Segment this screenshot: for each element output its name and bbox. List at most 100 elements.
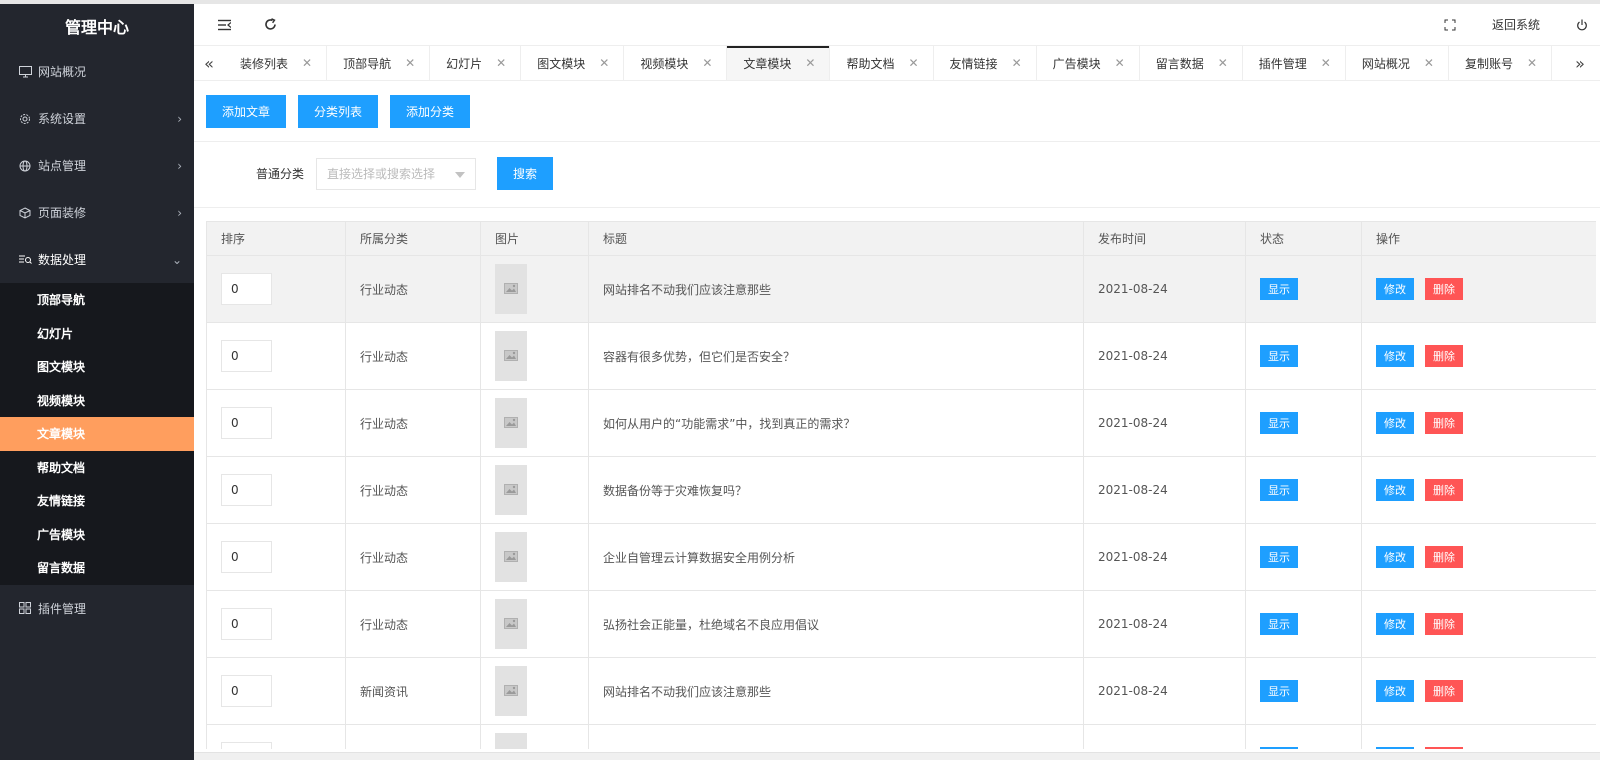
tab-article[interactable]: 文章模块 ✕ bbox=[727, 46, 831, 80]
submenu-item-article[interactable]: 文章模块 bbox=[0, 417, 194, 451]
tab-label: 复制账号 bbox=[1464, 56, 1513, 71]
add-category-button[interactable]: 添加分类 bbox=[390, 95, 471, 128]
sort-input[interactable]: 0 bbox=[221, 474, 272, 506]
submenu-item-messages[interactable]: 留言数据 bbox=[0, 551, 194, 585]
close-icon[interactable]: ✕ bbox=[1115, 56, 1125, 70]
status-cell: 显示 bbox=[1245, 590, 1362, 658]
power-icon[interactable] bbox=[1574, 17, 1590, 33]
edit-button[interactable]: 修改 bbox=[1376, 412, 1414, 434]
horizontal-scrollbar[interactable] bbox=[194, 752, 1600, 760]
delete-button[interactable]: 删除 bbox=[1425, 680, 1463, 702]
tab-slides[interactable]: 幻灯片 ✕ bbox=[430, 46, 522, 80]
delete-button[interactable]: 删除 bbox=[1425, 412, 1463, 434]
column-header: 所属分类 bbox=[345, 221, 481, 256]
sort-input[interactable]: 0 bbox=[221, 340, 272, 372]
search-button[interactable]: 搜索 bbox=[497, 157, 554, 190]
category-list-button[interactable]: 分类列表 bbox=[298, 95, 379, 128]
close-icon[interactable]: ✕ bbox=[599, 56, 609, 70]
edit-button[interactable]: 修改 bbox=[1376, 278, 1414, 300]
add-article-button[interactable]: 添加文章 bbox=[206, 95, 287, 128]
close-icon[interactable]: ✕ bbox=[1424, 56, 1434, 70]
edit-button[interactable]: 修改 bbox=[1376, 680, 1414, 702]
sort-input[interactable]: 0 bbox=[221, 541, 272, 573]
edit-button[interactable]: 修改 bbox=[1376, 479, 1414, 501]
sort-input[interactable]: 0 bbox=[221, 608, 272, 640]
tab-video[interactable]: 视频模块 ✕ bbox=[624, 46, 728, 80]
tab-decoration-list[interactable]: 装修列表 ✕ bbox=[224, 46, 328, 80]
tab-overview[interactable]: 网站概况 ✕ bbox=[1346, 46, 1449, 80]
submenu-item-help[interactable]: 帮助文档 bbox=[0, 451, 194, 485]
title-cell: 数据备份等于灾难恢复吗？ bbox=[588, 456, 1084, 524]
sidebar-item-sites[interactable]: 站点管理 › bbox=[0, 142, 194, 189]
table-row: 0 行业动态 网站排名不动我们应该注意那些 2021-08-24 显示 修改 删除 bbox=[206, 255, 1596, 323]
sidebar-item-plugins[interactable]: 插件管理 bbox=[0, 585, 194, 632]
submenu-item-slides[interactable]: 幻灯片 bbox=[0, 317, 194, 351]
delete-button[interactable]: 删除 bbox=[1425, 479, 1463, 501]
fullscreen-icon[interactable] bbox=[1442, 17, 1458, 33]
tab-top-nav[interactable]: 顶部导航 ✕ bbox=[327, 46, 431, 80]
category-select[interactable]: 直接选择或搜索选择 bbox=[316, 157, 477, 190]
close-icon[interactable]: ✕ bbox=[405, 56, 415, 70]
sidebar-item-label: 页面装修 bbox=[38, 206, 87, 220]
close-icon[interactable]: ✕ bbox=[1527, 56, 1537, 70]
tab-plugins[interactable]: 插件管理 ✕ bbox=[1243, 46, 1346, 80]
close-icon[interactable]: ✕ bbox=[908, 56, 918, 70]
close-icon[interactable]: ✕ bbox=[805, 56, 815, 70]
column-header: 操作 bbox=[1361, 221, 1596, 256]
tab-label: 图文模块 bbox=[537, 56, 586, 71]
return-system-link[interactable]: 返回系统 bbox=[1492, 16, 1540, 33]
edit-button[interactable]: 修改 bbox=[1376, 613, 1414, 635]
tab-scroll-left-icon[interactable]: « bbox=[194, 46, 224, 80]
close-icon[interactable]: ✕ bbox=[1012, 56, 1022, 70]
delete-button[interactable]: 删除 bbox=[1425, 747, 1463, 749]
delete-button[interactable]: 删除 bbox=[1425, 345, 1463, 367]
sort-input[interactable]: 0 bbox=[221, 742, 272, 749]
status-show-button[interactable]: 显示 bbox=[1260, 613, 1298, 635]
sort-input[interactable]: 0 bbox=[221, 407, 272, 439]
category-cell: 行业动态 bbox=[345, 255, 481, 323]
sidebar-item-decoration[interactable]: 页面装修 › bbox=[0, 189, 194, 236]
tab-messages[interactable]: 留言数据 ✕ bbox=[1140, 46, 1243, 80]
tab-help[interactable]: 帮助文档 ✕ bbox=[830, 46, 934, 80]
sidebar-item-data[interactable]: 数据处理 ⌄ bbox=[0, 236, 194, 283]
menu-collapse-icon[interactable] bbox=[216, 17, 232, 33]
edit-button[interactable]: 修改 bbox=[1376, 546, 1414, 568]
close-icon[interactable]: ✕ bbox=[1321, 56, 1331, 70]
tab-ads[interactable]: 广告模块 ✕ bbox=[1037, 46, 1140, 80]
image-placeholder-icon bbox=[495, 465, 527, 515]
status-show-button[interactable]: 显示 bbox=[1260, 546, 1298, 568]
submenu-item-ads[interactable]: 广告模块 bbox=[0, 518, 194, 552]
status-show-button[interactable]: 显示 bbox=[1260, 479, 1298, 501]
submenu-item-links[interactable]: 友情链接 bbox=[0, 484, 194, 518]
sidebar-item-overview[interactable]: 网站概况 bbox=[0, 48, 194, 95]
actions-cell: 修改删除 bbox=[1361, 523, 1596, 591]
refresh-icon[interactable] bbox=[262, 17, 278, 33]
sort-input[interactable]: 0 bbox=[221, 675, 272, 707]
delete-button[interactable]: 删除 bbox=[1425, 613, 1463, 635]
status-show-button[interactable]: 显示 bbox=[1260, 278, 1298, 300]
sort-input[interactable]: 0 bbox=[221, 273, 272, 305]
tab-links[interactable]: 友情链接 ✕ bbox=[934, 46, 1037, 80]
close-icon[interactable]: ✕ bbox=[702, 56, 712, 70]
table-row: 0 行业动态 弘扬社会正能量，杜绝域名不良应用倡议 2021-08-24 显示 修改 删除 bbox=[206, 590, 1596, 658]
tab-image-text[interactable]: 图文模块 ✕ bbox=[521, 46, 625, 80]
submenu-item-top-nav[interactable]: 顶部导航 bbox=[0, 283, 194, 317]
close-icon[interactable]: ✕ bbox=[1218, 56, 1228, 70]
edit-button[interactable]: 修改 bbox=[1376, 345, 1414, 367]
status-show-button[interactable]: 显示 bbox=[1260, 412, 1298, 434]
sidebar-item-settings[interactable]: 系统设置 › bbox=[0, 95, 194, 142]
submenu-item-video[interactable]: 视频模块 bbox=[0, 384, 194, 418]
tab-scroll-right-icon[interactable]: » bbox=[1560, 46, 1600, 80]
close-icon[interactable]: ✕ bbox=[496, 56, 506, 70]
edit-button[interactable]: 修改 bbox=[1376, 747, 1414, 749]
delete-button[interactable]: 删除 bbox=[1425, 546, 1463, 568]
tab-copy-account[interactable]: 复制账号 ✕ bbox=[1449, 46, 1553, 80]
status-show-button[interactable]: 显示 bbox=[1260, 747, 1298, 749]
delete-button[interactable]: 删除 bbox=[1425, 278, 1463, 300]
status-show-button[interactable]: 显示 bbox=[1260, 680, 1298, 702]
date-cell: 2021-08-24 bbox=[1083, 255, 1246, 323]
submenu-item-image-text[interactable]: 图文模块 bbox=[0, 350, 194, 384]
image-placeholder-icon bbox=[495, 733, 527, 749]
status-show-button[interactable]: 显示 bbox=[1260, 345, 1298, 367]
close-icon[interactable]: ✕ bbox=[302, 56, 312, 70]
